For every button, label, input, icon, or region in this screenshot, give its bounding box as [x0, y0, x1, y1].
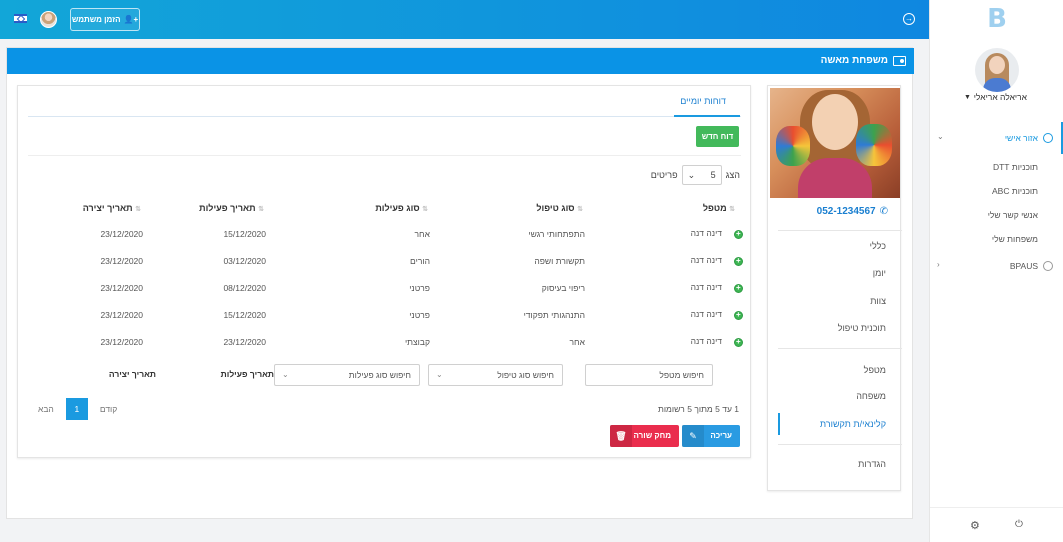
pagination-prev[interactable]: קודם — [100, 404, 117, 414]
sidebar-item-dtt[interactable]: תוכניות DTT — [930, 157, 1063, 177]
expand-row-icon[interactable] — [734, 283, 743, 293]
table-row[interactable]: דינה דנה התפתחותי רגשי אחר 15/12/2020 23… — [28, 220, 743, 247]
profile-menu-divider — [778, 230, 902, 231]
reports-table: ⇅ מטפל ⇅ סוג טיפול ⇅ סוג פעילות ⇅ תאריך … — [28, 196, 743, 355]
sort-icon: ⇅ — [729, 206, 735, 213]
therapist-filter-input[interactable]: חיפוש מטפל — [585, 364, 713, 386]
table-row[interactable]: דינה דנה תקשורת ושפה הורים 03/12/2020 23… — [28, 247, 743, 274]
profile-menu-team[interactable]: צוות — [870, 296, 886, 306]
phone-link[interactable]: 052-1234567 ✆ — [817, 206, 888, 217]
panel-header: משפחת מאשה — [7, 48, 914, 74]
tab-divider — [28, 116, 741, 117]
chevron-down-icon: ⌄ — [937, 132, 944, 141]
invite-user-button[interactable]: הזמן משתמש 👤+ — [70, 8, 140, 31]
new-report-button[interactable]: דוח חדש — [696, 126, 739, 147]
profile-menu-general[interactable]: כללי — [870, 241, 886, 251]
profile-menu-family[interactable]: משפחה — [856, 391, 886, 401]
column-header-created-date[interactable]: ⇅ תאריך יצירה — [28, 196, 149, 220]
username[interactable]: אריאלה אריאלי — [974, 92, 1027, 102]
column-header-treatment-type[interactable]: ⇅ סוג טיפול — [436, 196, 591, 220]
sidebar-item-personal-area[interactable]: אזור אישי ⌄ — [930, 128, 1063, 148]
table-row[interactable]: דינה דנה ריפוי בעיסוק פרטני 08/12/2020 2… — [28, 274, 743, 301]
sidebar-item-bpaus[interactable]: BPAUS ‹ — [930, 256, 1063, 276]
table-row[interactable]: דינה דנה התנהגותי תפקודי פרטני 15/12/202… — [28, 301, 743, 328]
top-bar: הזמן משתמש 👤+ → — [0, 0, 929, 39]
column-header-activity-type[interactable]: ⇅ סוג פעילות — [272, 196, 436, 220]
sidebar-item-families[interactable]: משפחות שלי — [930, 229, 1063, 249]
reports-card: דוחות יומיים דוח חדש הצג 5 ⌄ פריטים ⇅ מט… — [17, 85, 751, 458]
profile-menu-treatment-plan[interactable]: תוכנית טיפול — [838, 323, 886, 333]
created-date-filter-label[interactable]: תאריך יצירה — [109, 369, 156, 379]
activity-date-filter-label[interactable]: תאריך פעילות — [221, 369, 274, 379]
page-title: משפחת מאשה — [820, 55, 888, 66]
chevron-down-icon: ⌄ — [436, 370, 443, 379]
pagination-next[interactable]: הבא — [38, 404, 54, 414]
israel-flag-icon[interactable] — [14, 14, 27, 23]
sort-icon: ⇅ — [135, 206, 141, 213]
target-icon — [1043, 261, 1053, 271]
sidebar-footer: ⚙ ⏻ — [930, 507, 1063, 542]
items-label: פריטים — [650, 170, 678, 180]
add-user-icon: 👤+ — [123, 15, 139, 24]
expand-row-icon[interactable] — [734, 229, 743, 239]
phone-icon: ✆ — [879, 206, 888, 217]
profile-photo — [770, 88, 900, 198]
divider — [28, 155, 741, 156]
column-header-therapist[interactable]: ⇅ מטפל — [591, 196, 743, 220]
profile-card: 052-1234567 ✆ כללי יומן צוות תוכנית טיפו… — [767, 85, 902, 491]
tab-active-underline — [674, 115, 740, 117]
profile-menu-settings[interactable]: הגדרות — [858, 459, 886, 469]
page-size-select[interactable]: 5 ⌄ — [681, 165, 722, 185]
sidebar-item-abc[interactable]: תוכניות ABC — [930, 181, 1063, 201]
profile-menu-active-indicator — [778, 413, 780, 435]
table-row[interactable]: דינה דנה אחר קבוצתי 23/12/2020 23/12/202… — [28, 328, 743, 355]
profile-menu-therapist[interactable]: מטפל — [864, 365, 886, 375]
delete-row-button[interactable]: מחק שורה 🗑 — [610, 425, 679, 447]
profile-menu-calendar[interactable]: יומן — [873, 268, 886, 278]
show-label: הצג — [725, 170, 740, 180]
chevron-down-icon: ⌄ — [282, 370, 289, 379]
profile-menu-speech-therapist[interactable]: קלינאי/ת תקשורת — [820, 419, 886, 429]
user-circle-icon — [1043, 133, 1053, 143]
profile-menu-divider — [778, 348, 902, 349]
phone-number: 052-1234567 — [816, 206, 876, 217]
collapse-arrow-icon[interactable]: → — [903, 13, 915, 25]
sort-icon: ⇅ — [577, 206, 583, 213]
records-info: 1 עד 5 מתוך 5 רשומות — [657, 404, 739, 414]
chevron-left-icon: ‹ — [937, 260, 940, 269]
expand-row-icon[interactable] — [734, 256, 743, 266]
sidebar: B אריאלה אריאלי ▼ אזור אישי ⌄ תוכניות DT… — [929, 0, 1063, 542]
sidebar-avatar — [975, 48, 1019, 92]
trash-icon: 🗑 — [610, 425, 632, 447]
logo: B — [987, 4, 1007, 34]
profile-menu-divider — [778, 444, 902, 445]
table-header-row: ⇅ מטפל ⇅ סוג טיפול ⇅ סוג פעילות ⇅ תאריך … — [28, 196, 743, 220]
pagination: הבא 1 קודם — [38, 398, 117, 420]
tab-daily-reports[interactable]: דוחות יומיים — [680, 96, 726, 106]
column-header-activity-date[interactable]: ⇅ תאריך פעילות — [149, 196, 272, 220]
invite-user-label: הזמן משתמש — [71, 15, 121, 24]
sidebar-item-contacts[interactable]: אנשי קשר שלי — [930, 205, 1063, 225]
id-card-icon — [893, 56, 906, 66]
chevron-down-icon: ⌄ — [687, 169, 696, 180]
expand-row-icon[interactable] — [734, 310, 743, 320]
activity-type-filter-select[interactable]: חיפוש סוג פעילות ⌄ — [274, 364, 420, 386]
avatar[interactable] — [40, 11, 57, 28]
expand-row-icon[interactable] — [734, 337, 743, 347]
edit-button[interactable]: עריכה ✎ — [682, 425, 740, 447]
caret-down-icon[interactable]: ▼ — [964, 94, 971, 101]
page-size-control: הצג 5 ⌄ פריטים — [651, 165, 740, 185]
gear-icon[interactable]: ⚙ — [970, 519, 980, 532]
pagination-page[interactable]: 1 — [65, 398, 88, 420]
power-icon[interactable]: ⏻ — [1015, 519, 1023, 530]
edit-icon: ✎ — [682, 425, 704, 447]
sort-icon: ⇅ — [258, 206, 264, 213]
treatment-type-filter-select[interactable]: חיפוש סוג טיפול ⌄ — [428, 364, 563, 386]
sort-icon: ⇅ — [422, 206, 428, 213]
